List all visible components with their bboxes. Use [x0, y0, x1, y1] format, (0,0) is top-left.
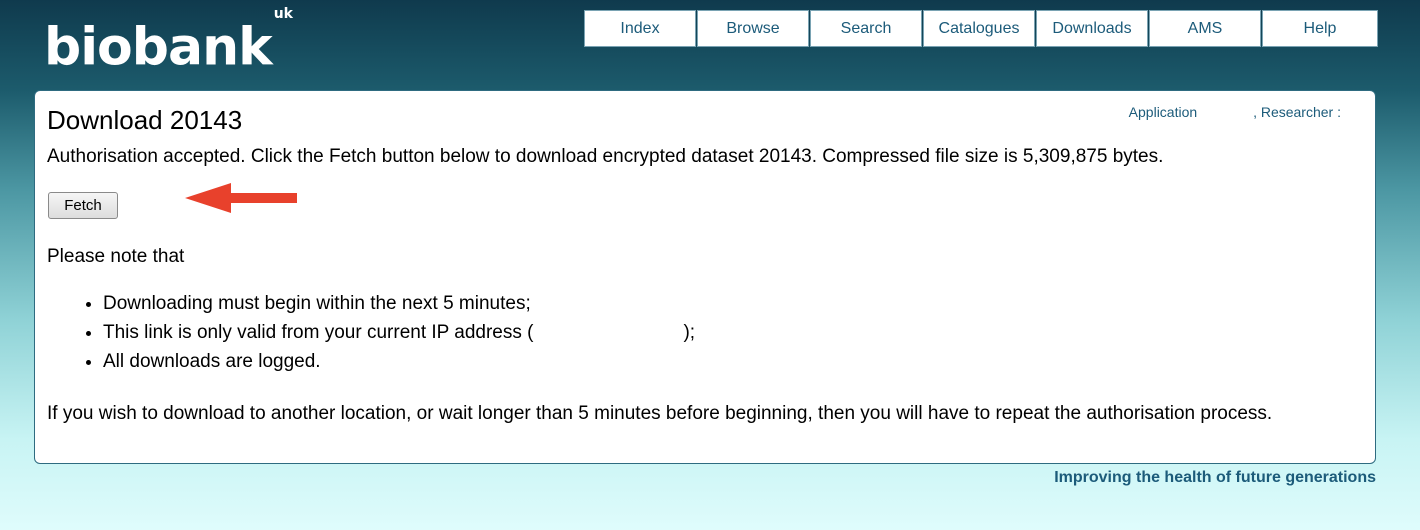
download-panel: Download 20143 Application , Researcher …: [34, 90, 1376, 464]
nav-catalogues[interactable]: Catalogues: [923, 10, 1035, 47]
bullet-ip-before: This link is only valid from your curren…: [103, 322, 534, 343]
nav-search[interactable]: Search: [810, 10, 922, 47]
nav-browse[interactable]: Browse: [697, 10, 809, 47]
nav-downloads[interactable]: Downloads: [1036, 10, 1148, 47]
footnote-text: If you wish to download to another locat…: [47, 403, 1273, 424]
fetch-button[interactable]: Fetch: [48, 192, 118, 219]
list-item: All downloads are logged.: [103, 347, 695, 376]
bullet-logged: All downloads are logged.: [103, 351, 321, 372]
bullet-ip-after: );: [683, 322, 696, 343]
account-links: Application , Researcher :: [1077, 104, 1341, 120]
logo-suffix: uk: [273, 6, 293, 22]
list-item: Downloading must begin within the next 5…: [103, 289, 695, 318]
logo-text: biobank: [44, 17, 273, 78]
note-heading: Please note that: [47, 246, 185, 267]
bullet-time-limit: Downloading must begin within the next 5…: [103, 293, 531, 314]
tagline: Improving the health of future generatio…: [1054, 469, 1376, 486]
main-nav: Index Browse Search Catalogues Downloads…: [584, 10, 1379, 47]
note-list: Downloading must begin within the next 5…: [67, 289, 695, 376]
nav-ams[interactable]: AMS: [1149, 10, 1261, 47]
researcher-link[interactable]: , Researcher :: [1253, 104, 1341, 120]
arrow-left-icon: [185, 183, 297, 213]
application-link[interactable]: Application: [1129, 104, 1198, 120]
page-title: Download 20143: [47, 105, 243, 135]
nav-help[interactable]: Help: [1262, 10, 1378, 47]
authorisation-message: Authorisation accepted. Click the Fetch …: [47, 146, 1164, 167]
nav-index[interactable]: Index: [584, 10, 696, 47]
list-item: This link is only valid from your curren…: [103, 318, 695, 347]
biobank-logo[interactable]: biobankuk: [44, 6, 293, 78]
